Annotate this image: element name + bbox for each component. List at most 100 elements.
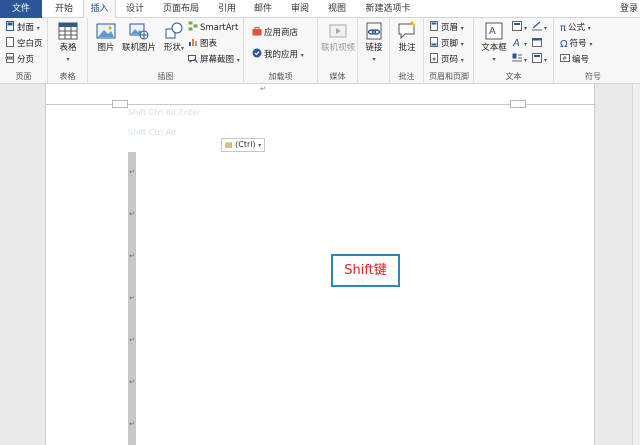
page-break-button[interactable]: 分页 bbox=[5, 53, 34, 67]
tab-references[interactable]: 引用 bbox=[210, 0, 244, 18]
online-picture-icon bbox=[129, 23, 149, 40]
chevron-down-icon: ▾ bbox=[372, 56, 376, 63]
svg-text:#: # bbox=[432, 57, 436, 63]
page-number-button[interactable]: # 页码 ▾ bbox=[429, 53, 464, 67]
paste-options-button[interactable]: ▤ (Ctrl) ▾ bbox=[221, 138, 266, 152]
svg-text:A: A bbox=[489, 26, 496, 37]
textbox-button[interactable]: A 文本框 ▾ bbox=[478, 21, 510, 64]
cover-page-icon bbox=[6, 21, 14, 31]
screenshot-icon bbox=[188, 55, 198, 63]
comment-button[interactable]: 批注 bbox=[393, 21, 421, 54]
textbox-icon: A bbox=[485, 22, 503, 40]
chevron-down-icon: ▾ bbox=[524, 41, 528, 48]
ribbon-tab-bar: 文件 开始 插入 设计 页面布局 引用 邮件 审阅 视图 新建选项卡 登录 bbox=[0, 0, 640, 19]
blank-page-button[interactable]: 空白页 bbox=[5, 37, 43, 51]
group-header-footer-label: 页眉和页脚 bbox=[429, 72, 469, 81]
my-apps-icon bbox=[252, 48, 262, 58]
page-number-icon: # bbox=[430, 53, 438, 63]
group-pages-label: 页面 bbox=[15, 72, 32, 81]
tab-page-layout[interactable]: 页面布局 bbox=[156, 0, 206, 18]
chevron-down-icon: ▾ bbox=[181, 45, 185, 52]
group-table: 表格 ▾ 表格 bbox=[48, 18, 88, 84]
drop-cap-button[interactable]: ▾ bbox=[512, 53, 527, 67]
link-label: 链接 bbox=[365, 43, 383, 53]
chevron-down-icon: ▾ bbox=[460, 25, 464, 32]
quick-parts-button[interactable]: ▾ bbox=[512, 21, 527, 35]
group-header-footer: 页眉 ▾ 页脚 ▾ # 页码 ▾ 页眉和页脚 bbox=[424, 18, 474, 84]
blank-page-label: 空白页 bbox=[17, 39, 43, 49]
tab-insert[interactable]: 插入 bbox=[83, 0, 116, 19]
svg-text:A: A bbox=[512, 38, 520, 47]
store-button[interactable]: 应用商店 bbox=[252, 26, 298, 40]
table-button[interactable]: 表格 ▾ bbox=[54, 21, 82, 64]
smartart-button[interactable]: SmartArt bbox=[188, 21, 238, 35]
shapes-icon bbox=[165, 22, 183, 39]
group-pages: 封面 ▾ 空白页 分页 页面 bbox=[0, 18, 48, 84]
date-time-button[interactable] bbox=[532, 37, 544, 51]
wordart-button[interactable]: A ▾ bbox=[512, 37, 527, 51]
footer-icon bbox=[430, 37, 438, 47]
header-icon bbox=[430, 21, 438, 31]
drop-cap-icon bbox=[512, 53, 522, 62]
chart-button[interactable]: 图表 bbox=[188, 37, 217, 51]
number-button[interactable]: # 编号 bbox=[560, 53, 589, 67]
online-video-button[interactable]: 联机视频 bbox=[320, 21, 356, 54]
page-break-label: 分页 bbox=[17, 55, 35, 65]
tab-new-tab[interactable]: 新建选项卡 bbox=[358, 0, 418, 18]
paragraph-mark: ↵ bbox=[260, 85, 266, 93]
tab-view[interactable]: 视图 bbox=[320, 0, 354, 18]
number-label: 编号 bbox=[572, 55, 590, 65]
screenshot-button[interactable]: 屏幕截图 ▾ bbox=[188, 53, 240, 67]
group-comments-label: 批注 bbox=[398, 72, 415, 81]
chevron-down-icon: ▾ bbox=[460, 57, 464, 64]
clipboard-icon: ▤ bbox=[225, 140, 233, 149]
faded-text-line: Shift Ctrl Alt bbox=[128, 128, 177, 137]
tab-mailings[interactable]: 邮件 bbox=[246, 0, 280, 18]
chevron-down-icon: ▾ bbox=[589, 41, 593, 48]
blank-page-icon bbox=[6, 37, 14, 47]
picture-button[interactable]: 图片 bbox=[92, 21, 120, 54]
paragraph-mark: ↵ bbox=[129, 210, 135, 218]
tab-review[interactable]: 审阅 bbox=[283, 0, 317, 18]
group-text: A 文本框 ▾ ▾ A ▾ ▾ ▾ ▾ 文本 bbox=[474, 18, 554, 84]
link-button[interactable]: 链接 ▾ bbox=[360, 21, 388, 64]
smartart-label: SmartArt bbox=[200, 23, 239, 33]
tab-design[interactable]: 设计 bbox=[118, 0, 152, 18]
paragraph-mark: ↵ bbox=[129, 420, 135, 428]
chevron-down-icon: ▾ bbox=[236, 57, 240, 64]
header-button[interactable]: 页眉 ▾ bbox=[429, 21, 464, 35]
quick-parts-icon bbox=[512, 21, 522, 31]
chevron-down-icon: ▾ bbox=[300, 52, 304, 59]
paragraph-mark: ↵ bbox=[129, 168, 135, 176]
number-icon: # bbox=[560, 54, 570, 63]
online-picture-button[interactable]: 联机图片 bbox=[122, 21, 156, 54]
group-media: 联机视频 媒体 bbox=[318, 18, 358, 84]
my-apps-button[interactable]: 我的应用 ▾ bbox=[252, 48, 304, 62]
cover-page-button[interactable]: 封面 ▾ bbox=[5, 21, 40, 35]
symbol-button[interactable]: Ω 符号 ▾ bbox=[560, 37, 592, 51]
chevron-down-icon: ▾ bbox=[492, 56, 496, 63]
footer-button[interactable]: 页脚 ▾ bbox=[429, 37, 464, 51]
chevron-down-icon: ▾ bbox=[544, 25, 548, 32]
my-apps-label: 我的应用 bbox=[264, 50, 299, 60]
vertical-scrollbar[interactable] bbox=[632, 84, 640, 445]
tab-file[interactable]: 文件 bbox=[0, 0, 42, 18]
group-media-label: 媒体 bbox=[329, 72, 346, 81]
group-comments: 批注 批注 bbox=[390, 18, 424, 84]
tab-home[interactable]: 开始 bbox=[46, 0, 82, 18]
symbol-label: 符号 bbox=[569, 39, 587, 49]
group-symbols-label: 符号 bbox=[585, 72, 601, 81]
chevron-down-icon: ▾ bbox=[258, 142, 262, 149]
omega-icon: Ω bbox=[560, 39, 568, 50]
login-link[interactable]: 登录 bbox=[620, 0, 638, 18]
svg-text:#: # bbox=[562, 56, 567, 63]
signature-line-button[interactable]: ▾ bbox=[532, 21, 547, 35]
equation-button[interactable]: π 公式 ▾ bbox=[560, 21, 591, 35]
chevron-down-icon: ▾ bbox=[524, 25, 528, 32]
table-label: 表格 bbox=[59, 43, 77, 53]
object-button[interactable]: ▾ bbox=[532, 53, 547, 67]
smartart-icon bbox=[188, 21, 198, 31]
document-page[interactable]: ↵ Shift Ctrl Alt Enter Shift Ctrl Alt ▤ … bbox=[45, 84, 596, 445]
margin-corner-right bbox=[510, 100, 526, 108]
shapes-button[interactable]: 形状▾ bbox=[160, 21, 188, 54]
